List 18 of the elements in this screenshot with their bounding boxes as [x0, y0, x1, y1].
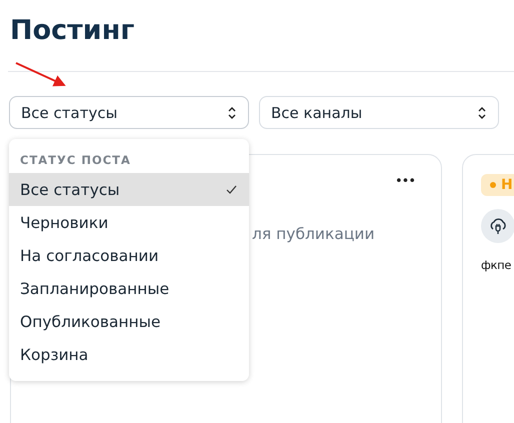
- menu-item[interactable]: Корзина: [9, 338, 249, 371]
- filter-dropdown[interactable]: Все каналы: [259, 96, 499, 129]
- card-text: ля публикации: [252, 225, 375, 243]
- filter-dropdown[interactable]: Все статусы: [9, 96, 249, 129]
- more-menu-button[interactable]: •••: [395, 174, 416, 189]
- menu-item[interactable]: Черновики: [9, 206, 249, 239]
- cloud-plug-icon: [488, 217, 508, 235]
- page-title: Постинг: [10, 14, 136, 48]
- checkmark-icon: [226, 185, 237, 194]
- menu-item[interactable]: Запланированные: [9, 272, 249, 305]
- channel-name: фкпе: [481, 258, 512, 272]
- chevron-updown-icon: [477, 106, 487, 120]
- menu-header: СТАТУС ПОСТА: [19, 152, 132, 169]
- badge-label: Н: [501, 177, 513, 193]
- menu-item[interactable]: На согласовании: [9, 239, 249, 272]
- menu-item[interactable]: Все статусы: [9, 173, 249, 206]
- chevron-updown-icon: [227, 106, 237, 120]
- menu-item[interactable]: Опубликованные: [9, 305, 249, 338]
